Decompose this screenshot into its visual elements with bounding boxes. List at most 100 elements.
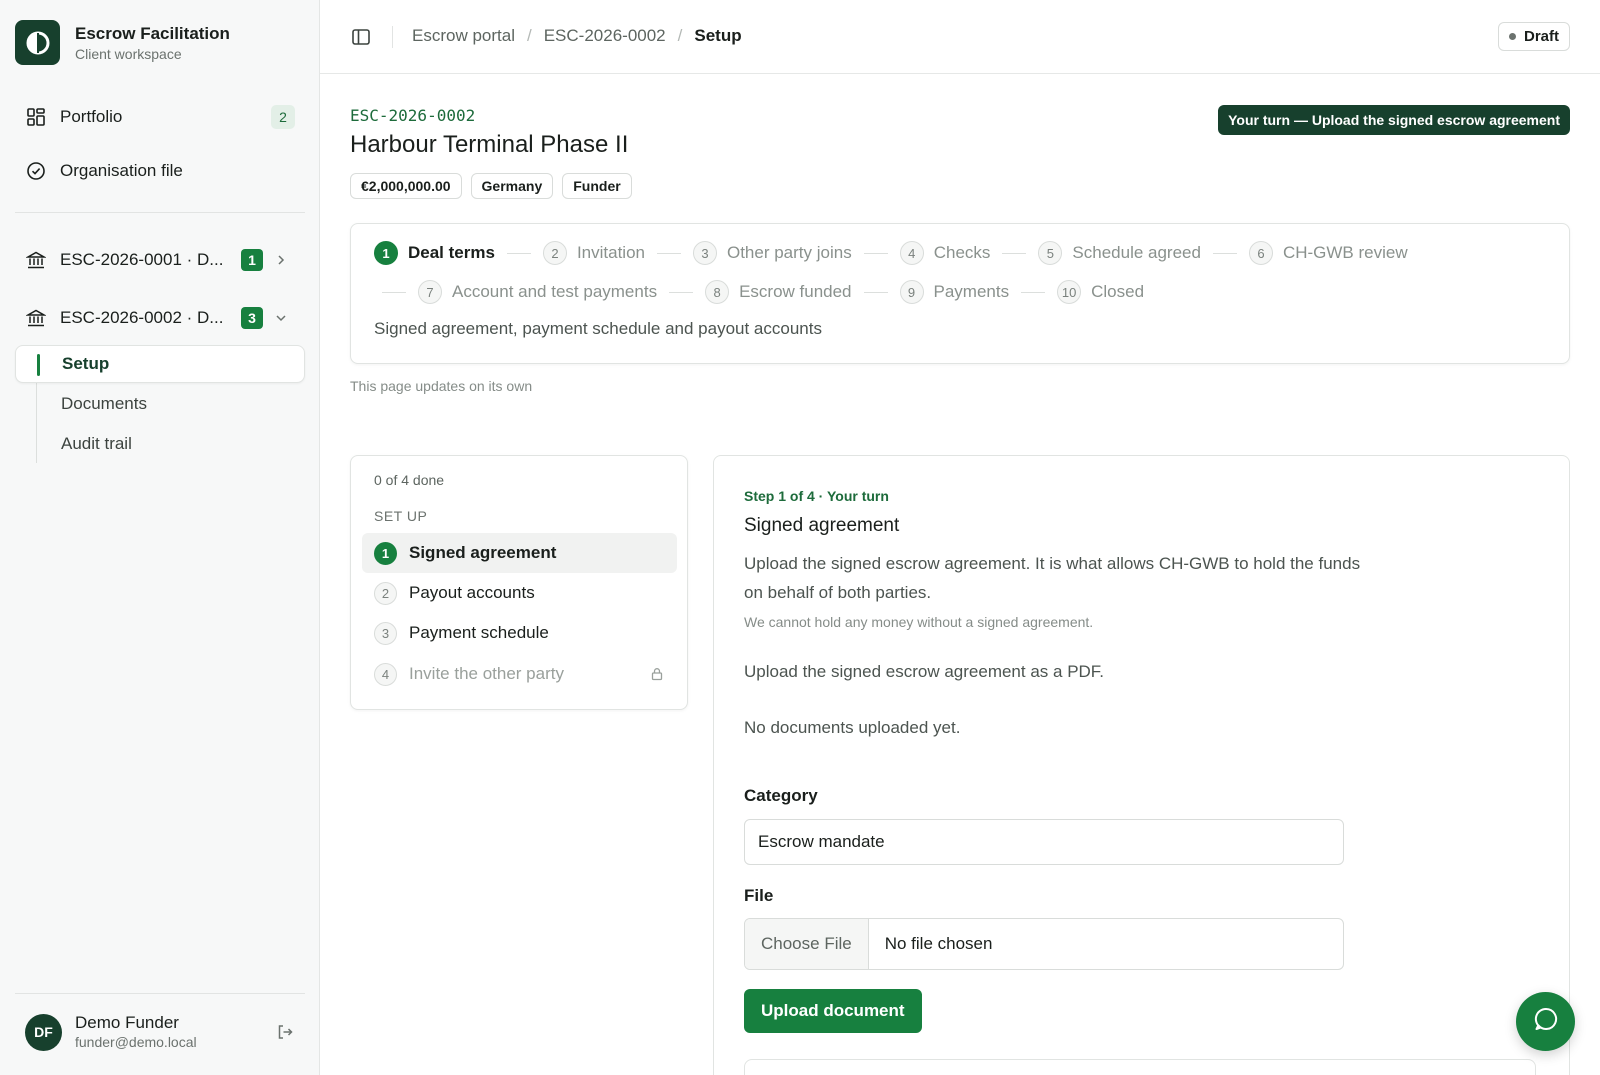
chat-bubble-icon xyxy=(1532,1005,1560,1038)
sidebar: Escrow Facilitation Client workspace Por… xyxy=(0,0,320,1075)
step-label: Schedule agreed xyxy=(1072,243,1201,262)
category-select[interactable]: Escrow mandate xyxy=(744,819,1344,865)
nav-organisation-file-label: Organisation file xyxy=(60,161,183,180)
stepper-description: Signed agreement, payment schedule and p… xyxy=(374,319,822,338)
task-progress: 0 of 4 done xyxy=(374,472,445,488)
step-payments: 9 Payments xyxy=(899,280,1010,304)
step-label: CH-GWB review xyxy=(1282,243,1408,262)
step-number: 10 xyxy=(1057,280,1082,304)
subnav-documents[interactable]: Documents xyxy=(36,385,305,423)
step-checks: 4 Checks xyxy=(899,241,991,265)
nav-portfolio[interactable]: Portfolio 2 xyxy=(15,95,305,139)
step-connector xyxy=(1002,252,1027,254)
tag-role: Funder xyxy=(562,173,632,199)
chevron-down-icon[interactable] xyxy=(273,310,289,326)
task-signed-agreement[interactable]: 1 Signed agreement xyxy=(362,533,677,573)
sidebar-divider xyxy=(15,212,305,213)
breadcrumb-deal[interactable]: ESC-2026-0002 xyxy=(544,26,666,46)
step-label: Escrow funded xyxy=(739,282,852,301)
auto-update-note: This page updates on its own xyxy=(350,378,533,394)
task-note: We cannot hold any money without a signe… xyxy=(744,614,1094,630)
tag-amount: €2,000,000.00 xyxy=(350,173,462,199)
task-payment-schedule[interactable]: 3 Payment schedule xyxy=(362,613,677,653)
file-input[interactable]: Choose File No file chosen xyxy=(744,918,1344,970)
task-section-heading: SET UP xyxy=(374,508,428,524)
step-label: Payments xyxy=(933,282,1010,301)
documents-empty-state: No documents uploaded yet. xyxy=(744,718,961,737)
step-number: 1 xyxy=(374,241,398,265)
setup-task-list: 0 of 4 done SET UP 1 Signed agreement 2 … xyxy=(350,455,688,710)
brand-subtitle: Client workspace xyxy=(75,45,182,62)
choose-file-button[interactable]: Choose File xyxy=(745,919,869,969)
nav-organisation-file[interactable]: Organisation file xyxy=(15,149,305,193)
subnav-audit-trail[interactable]: Audit trail xyxy=(36,425,305,463)
logout-icon[interactable] xyxy=(275,1022,295,1042)
step-number: 6 xyxy=(1248,241,1273,265)
task-invite-other-party: 4 Invite the other party xyxy=(362,654,677,694)
step-number: 8 xyxy=(705,280,730,304)
chat-button[interactable] xyxy=(1516,992,1575,1051)
lock-icon xyxy=(649,666,665,682)
breadcrumb-separator: / xyxy=(526,26,532,45)
deal-count-badge: 1 xyxy=(241,249,263,271)
topbar-divider xyxy=(392,26,393,48)
breadcrumb-current: Setup xyxy=(694,26,742,45)
brand[interactable]: Escrow Facilitation Client workspace xyxy=(15,20,230,65)
step-label: Account and test payments xyxy=(452,282,658,301)
portfolio-count-badge: 2 xyxy=(271,105,295,129)
brand-title: Escrow Facilitation xyxy=(75,23,230,43)
sidebar-toggle-icon[interactable] xyxy=(350,26,372,48)
step-deal-terms: 1 Deal terms xyxy=(374,241,495,265)
step-number: 2 xyxy=(542,241,567,265)
avatar[interactable]: DF xyxy=(25,1013,62,1051)
step-number: 4 xyxy=(899,241,924,265)
step-connector xyxy=(1021,291,1046,293)
sidebar-footer-divider xyxy=(15,993,305,994)
user-name: Demo Funder xyxy=(75,1013,179,1032)
deal-label: ESC-2026-0002 · D... xyxy=(60,308,224,327)
task-number: 4 xyxy=(374,662,397,686)
escrow-logo-icon xyxy=(15,20,60,65)
subnav-setup[interactable]: Setup xyxy=(15,345,305,383)
task-label: Invite the other party xyxy=(409,664,564,683)
breadcrumb-escrow-portal[interactable]: Escrow portal xyxy=(412,26,515,46)
task-description: Upload the signed escrow agreement. It i… xyxy=(744,554,1361,602)
task-detail-card: Step 1 of 4 · Your turn Signed agreement… xyxy=(713,455,1570,1075)
file-label: File xyxy=(744,886,774,905)
task-label: Payment schedule xyxy=(409,623,549,642)
step-label: Deal terms xyxy=(408,243,495,262)
step-connector xyxy=(863,252,888,254)
your-turn-banner: Your turn — Upload the signed escrow agr… xyxy=(1218,105,1570,135)
step-label: Closed xyxy=(1091,282,1145,301)
deal-reference: ESC-2026-0002 xyxy=(350,106,476,125)
task-number: 3 xyxy=(374,621,397,645)
step-closed: 10 Closed xyxy=(1057,280,1144,304)
breadcrumb: Escrow portal / ESC-2026-0002 / Setup xyxy=(412,26,742,46)
page-title: Harbour Terminal Phase II xyxy=(350,131,629,158)
task-title: Signed agreement xyxy=(744,515,900,536)
task-payout-accounts[interactable]: 2 Payout accounts xyxy=(362,573,677,613)
sidebar-deal-esc-2026-0002[interactable]: ESC-2026-0002 · D... 3 xyxy=(15,296,305,340)
step-number: 9 xyxy=(899,280,924,304)
status-label: Draft xyxy=(1523,28,1559,45)
deal-progress-stepper: 1 Deal terms 2 Invitation 3 Other party joi… xyxy=(350,223,1570,364)
status-badge: Draft xyxy=(1497,22,1570,51)
task-number: 1 xyxy=(374,541,397,565)
file-status: No file chosen xyxy=(884,934,993,953)
category-select-value: Escrow mandate xyxy=(758,832,885,851)
upload-document-button[interactable]: Upload document xyxy=(744,989,922,1033)
bank-icon xyxy=(25,307,47,329)
status-dot xyxy=(1508,33,1516,40)
step-other-party-joins: 3 Other party joins xyxy=(692,241,852,265)
deal-count-badge: 3 xyxy=(241,307,263,329)
step-connector xyxy=(863,291,888,293)
upload-instruction: Upload the signed escrow agreement as a … xyxy=(744,662,1105,681)
breadcrumb-separator: / xyxy=(677,26,683,45)
nav-portfolio-label: Portfolio xyxy=(60,107,123,126)
step-label: Invitation xyxy=(576,243,645,262)
step-account-and-test-payments: 7 Account and test payments xyxy=(418,280,657,304)
deal-tags: €2,000,000.00 Germany Funder xyxy=(350,173,632,199)
chevron-right-icon[interactable] xyxy=(273,252,289,268)
sidebar-deal-esc-2026-0001[interactable]: ESC-2026-0001 · D... 1 xyxy=(15,238,305,282)
step-label: Checks xyxy=(933,243,991,262)
